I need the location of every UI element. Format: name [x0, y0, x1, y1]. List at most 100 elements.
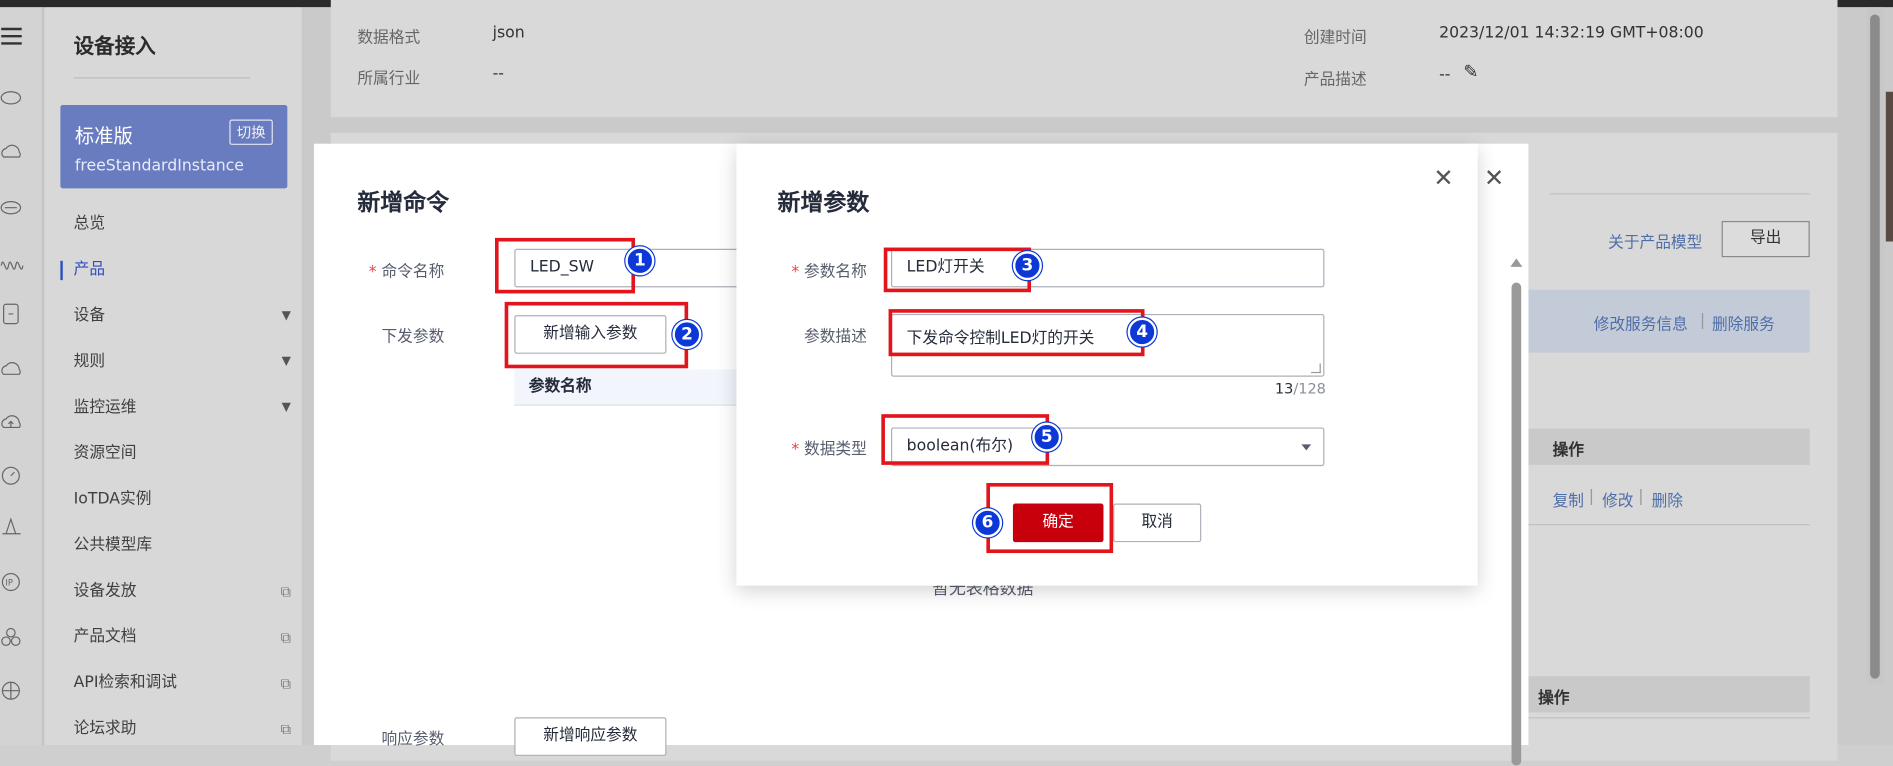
sidebar-item-device[interactable]: 设备 ▼	[74, 302, 291, 331]
dialog-title: 新增命令	[357, 189, 450, 217]
confirm-button[interactable]: 确定	[1012, 503, 1104, 543]
copy-link[interactable]: 复制	[1553, 488, 1584, 511]
edition-name: 标准版	[74, 124, 133, 148]
export-button[interactable]: 导出	[1721, 220, 1810, 258]
delete-service-link[interactable]: 删除服务	[1712, 312, 1775, 334]
sidebar-item-label: 总览	[73, 214, 106, 234]
dialog-scrollbar[interactable]	[1509, 258, 1523, 766]
sidebar-item-label: 规则	[73, 352, 106, 371]
industry-value: --	[492, 65, 504, 84]
about-model-link[interactable]: 关于产品模型	[1608, 229, 1702, 252]
scroll-up-icon[interactable]	[1510, 258, 1523, 267]
char-counter: 13/128	[1275, 380, 1326, 397]
sidebar-item-rules[interactable]: 规则 ▼	[74, 348, 291, 377]
wave-icon[interactable]	[0, 249, 24, 273]
sidebar-item-provisioning[interactable]: 设备发放 ⧉	[74, 577, 291, 606]
edit-service-link[interactable]: 修改服务信息	[1594, 312, 1688, 334]
data-type-label: * 数据类型	[782, 436, 866, 459]
data-type-value: boolean(布尔)	[906, 437, 1014, 456]
data-format-value: json	[492, 24, 525, 43]
gauge-icon[interactable]	[0, 464, 24, 488]
param-name-label: * 参数名称	[782, 258, 866, 282]
compass-icon[interactable]	[0, 517, 24, 541]
cloud-device-icon[interactable]	[0, 85, 24, 109]
add-input-param-button[interactable]: 新增输入参数	[514, 315, 667, 354]
data-type-select[interactable]: boolean(布尔)	[890, 427, 1325, 467]
sidebar-item-product[interactable]: 产品	[60, 256, 291, 285]
sidebar-item-label: 产品文档	[73, 627, 137, 647]
window-edge	[1885, 91, 1893, 242]
delete-link[interactable]: 删除	[1652, 488, 1683, 511]
sidebar-item-resource-space[interactable]: 资源空间	[74, 440, 291, 469]
external-link-icon: ⧉	[280, 674, 291, 692]
icon-rail: IP	[0, 7, 44, 746]
globe-icon[interactable]	[0, 679, 24, 703]
instance-name: freeStandardInstance	[74, 156, 244, 176]
page-scrollbar[interactable]	[1866, 7, 1884, 684]
edition-switch-button[interactable]: 切换	[229, 119, 273, 145]
close-icon[interactable]: ✕	[1433, 163, 1453, 192]
external-link-icon: ⧉	[280, 583, 291, 601]
device-icon[interactable]	[0, 302, 24, 326]
resize-handle-icon[interactable]	[1311, 363, 1321, 374]
external-link-icon: ⧉	[280, 720, 291, 738]
cloud-icon[interactable]	[0, 140, 24, 164]
sidebar-item-iotda-instance[interactable]: IoTDA实例	[74, 485, 291, 514]
add-response-param-button[interactable]: 新增响应参数	[514, 717, 667, 756]
cloud-service-icon[interactable]	[0, 357, 24, 381]
industry-label: 所属行业	[357, 70, 421, 89]
caret-down-icon: ▼	[281, 309, 291, 323]
sidebar-item-label: 公共模型库	[73, 536, 153, 555]
created-value: 2023/12/01 14:32:19 GMT+08:00	[1439, 24, 1704, 43]
link-separator: |	[1588, 487, 1595, 506]
sidebar-item-label: 产品	[73, 260, 106, 279]
dialog-scrollbar-thumb[interactable]	[1511, 282, 1522, 766]
command-name-label-text: 命令名称	[381, 263, 445, 282]
link-separator: |	[1638, 487, 1644, 506]
sidebar-item-docs[interactable]: 产品文档 ⧉	[74, 623, 291, 652]
char-counter-current: 13	[1274, 380, 1294, 398]
cancel-button[interactable]: 取消	[1113, 503, 1202, 543]
annotation-badge-6: 6	[973, 508, 1003, 538]
description-label: 产品描述	[1303, 71, 1367, 90]
page-scrollbar-thumb[interactable]	[1870, 14, 1880, 679]
ops-header-label: 操作	[1552, 441, 1584, 461]
ops-header-label: 操作	[1538, 689, 1570, 708]
svg-text:IP: IP	[5, 578, 13, 588]
caret-down-icon	[1301, 444, 1312, 451]
edition-card: 标准版 切换 freeStandardInstance	[60, 105, 288, 189]
cloud-upload-icon[interactable]	[0, 411, 24, 435]
sidebar-item-label: 资源空间	[73, 444, 137, 463]
required-mark: *	[791, 263, 800, 282]
cluster-icon[interactable]	[0, 625, 24, 649]
sidebar-item-forum[interactable]: 论坛求助 ⧉	[74, 715, 291, 744]
annotation-badge-5: 5	[1032, 422, 1062, 452]
sidebar-item-monitoring[interactable]: 监控运维 ▼	[74, 394, 291, 423]
description-value: --	[1439, 66, 1451, 85]
ip-icon[interactable]: IP	[0, 570, 24, 594]
sidebar-item-label: IoTDA实例	[73, 490, 152, 509]
divider	[1528, 717, 1810, 719]
annotation-badge-4: 4	[1127, 317, 1157, 347]
sidebar-item-label: 监控运维	[73, 398, 137, 417]
required-mark: *	[368, 263, 377, 282]
modify-link[interactable]: 修改	[1602, 488, 1633, 511]
sidebar-item-label: 论坛求助	[73, 719, 137, 738]
sidebar-title: 设备接入	[73, 35, 156, 60]
divider	[1550, 193, 1810, 195]
param-desc-textarea[interactable]: 下发命令控制LED灯的开关	[890, 313, 1325, 377]
sidebar-item-api-explorer[interactable]: API检索和调试 ⧉	[74, 669, 291, 698]
menu-icon[interactable]	[0, 24, 24, 48]
created-label: 创建时间	[1303, 28, 1367, 48]
edit-icon[interactable]: ✎	[1463, 60, 1478, 82]
close-icon[interactable]: ✕	[1484, 163, 1504, 192]
param-desc-label: 参数描述	[804, 328, 867, 347]
divider	[1528, 524, 1810, 526]
add-param-dialog: 新增参数 ✕ * 参数名称 LED灯开关 参数描述 下发命令控制LED灯的开关 1…	[736, 143, 1478, 586]
product-info-card: 数据格式 json 所属行业 -- 创建时间 2023/12/01 14:32:…	[330, 0, 1838, 118]
sidebar-item-public-models[interactable]: 公共模型库	[74, 531, 291, 560]
char-counter-max: /128	[1293, 380, 1326, 398]
sidebar-item-overview[interactable]: 总览	[74, 210, 291, 239]
param-name-input[interactable]: LED灯开关	[890, 248, 1325, 288]
database-icon[interactable]	[0, 196, 24, 220]
